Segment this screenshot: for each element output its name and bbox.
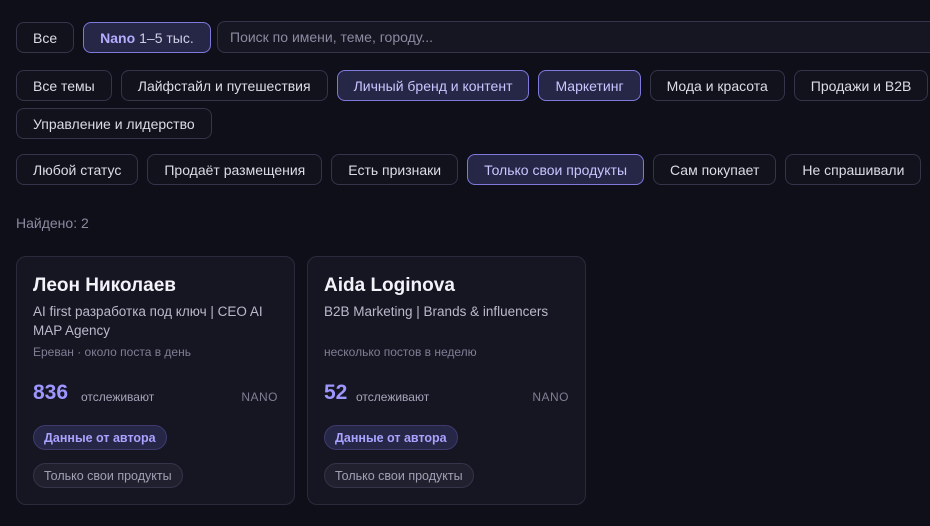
card-bio: B2B Marketing | Brands & influencers — [324, 304, 549, 319]
card-meta: Ереван · около поста в день — [33, 345, 191, 359]
size-chip-nano[interactable]: Nano 1–5 тыс. — [83, 22, 211, 53]
status-chip-label: Любой статус — [33, 161, 122, 178]
status-chip-own-products[interactable]: Только свои продукты — [467, 154, 645, 185]
card-bio: AI first разработка под ключ | CEO AI MA… — [33, 304, 263, 338]
status-chip-has-signs[interactable]: Есть признаки — [331, 154, 459, 185]
status-chip-label: Не спрашивали — [802, 161, 905, 178]
card-followers-count: 836 — [33, 381, 69, 404]
status-chip-sells-placements[interactable]: Продаёт размещения — [147, 154, 323, 185]
card-followers-label: отслеживают — [81, 390, 155, 404]
card-name: Aida Loginova — [324, 275, 455, 296]
author-data-badge: Данные от автора — [33, 425, 167, 450]
topic-chip-sales-b2b[interactable]: Продажи и B2B — [793, 70, 929, 101]
topic-chip-personal-brand[interactable]: Личный бренд и контент — [336, 70, 530, 101]
topic-chip-fashion[interactable]: Мода и красота — [649, 70, 785, 101]
influencer-card[interactable]: Леон Николаев AI first разработка под кл… — [16, 256, 295, 505]
status-chip-label: Только свои продукты — [484, 161, 628, 178]
influencer-card[interactable]: Aida Loginova B2B Marketing | Brands & i… — [307, 256, 586, 505]
size-filter-row: Все Nano 1–5 тыс. — [16, 22, 211, 53]
status-chip-label: Продаёт размещения — [164, 161, 306, 178]
topic-chip-label: Все темы — [33, 77, 95, 94]
author-data-badge: Данные от автора — [324, 425, 458, 450]
topic-chip-label: Продажи и B2B — [810, 77, 912, 94]
topic-chip-all[interactable]: Все темы — [16, 70, 112, 101]
topic-chip-label: Лайфстайл и путешествия — [137, 77, 311, 94]
card-followers-count: 52 — [324, 381, 348, 404]
topic-chip-marketing[interactable]: Маркетинг — [538, 70, 641, 101]
status-chip-buys-self[interactable]: Сам покупает — [653, 154, 777, 185]
card-name: Леон Николаев — [33, 275, 176, 296]
topic-chip-label: Личный бренд и контент — [353, 77, 513, 94]
topic-chip-label: Мода и красота — [666, 77, 768, 94]
topic-chip-label: Управление и лидерство — [33, 115, 195, 132]
size-chip-nano-range: 1–5 тыс. — [139, 29, 194, 46]
status-badge: Только свои продукты — [324, 463, 474, 488]
search-input[interactable]: Поиск по имени, теме, городу... — [217, 21, 930, 53]
results-count: Найдено: 2 — [16, 215, 89, 231]
status-chip-not-asked[interactable]: Не спрашивали — [785, 154, 922, 185]
size-chip-nano-accent: Nano — [100, 29, 136, 46]
topic-chip-management[interactable]: Управление и лидерство — [16, 108, 212, 139]
topic-chip-label: Маркетинг — [555, 77, 624, 94]
size-chip-all[interactable]: Все — [16, 22, 75, 53]
status-chip-any[interactable]: Любой статус — [16, 154, 139, 185]
card-tier: NANO — [532, 390, 569, 404]
card-followers-label: отслеживают — [356, 390, 430, 404]
status-badge: Только свои продукты — [33, 463, 183, 488]
status-filter-row: Любой статус Продаёт размещения Есть при… — [16, 154, 922, 185]
status-chip-label: Сам покупает — [670, 161, 760, 178]
status-chip-label: Есть признаки — [348, 161, 442, 178]
topic-filter-row-2: Управление и лидерство — [16, 108, 212, 139]
card-meta: несколько постов в неделю — [324, 345, 477, 359]
size-chip-all-label: Все — [33, 29, 58, 46]
card-tier: NANO — [241, 390, 278, 404]
search-placeholder: Поиск по имени, теме, городу... — [230, 29, 434, 45]
topic-chip-lifestyle[interactable]: Лайфстайл и путешествия — [120, 70, 328, 101]
topic-filter-row: Все темы Лайфстайл и путешествия Личный … — [16, 70, 929, 101]
